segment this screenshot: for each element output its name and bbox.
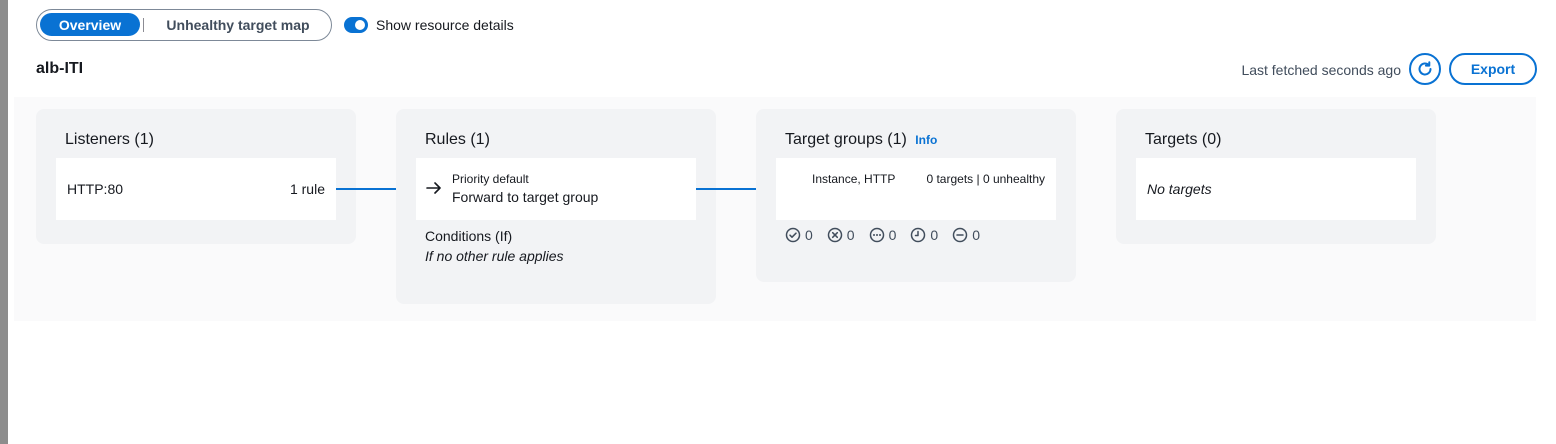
check-circle-icon (785, 227, 801, 243)
last-fetched-text: Last fetched seconds ago (1241, 62, 1401, 78)
ellipsis-circle-icon (869, 227, 884, 243)
rule-priority: Priority default (452, 172, 529, 186)
toggle-knob (355, 20, 365, 30)
initial-status: 0 (910, 227, 938, 243)
target-groups-card: Target groups (1) Info Instance, HTTP 0 … (756, 109, 1076, 282)
initial-count: 0 (930, 227, 939, 243)
refresh-icon (1418, 61, 1432, 76)
rule-action: Forward to target group (452, 189, 599, 205)
toggle-label: Show resource details (376, 17, 514, 33)
clock-icon (911, 227, 926, 243)
listener-protocol-port: HTTP:80 (67, 181, 124, 197)
window-edge (0, 0, 8, 444)
unhealthy-target-map-segment[interactable]: Unhealthy target map (148, 13, 328, 36)
unhealthy-count: 0 (846, 227, 855, 243)
targets-empty-panel: No targets (1136, 158, 1416, 220)
segment-divider (143, 18, 144, 32)
target-group-item[interactable]: Instance, HTTP 0 targets | 0 unhealthy (776, 158, 1056, 220)
target-groups-title: Target groups (1) (785, 131, 907, 148)
listeners-card: Listeners (1) HTTP:80 1 rule (36, 109, 356, 244)
unhealthy-status: 0 (827, 227, 855, 243)
rule-item[interactable]: Priority default Forward to target group (416, 158, 696, 220)
page-title: alb-ITI (36, 60, 84, 77)
target-status-counts: 0 0 0 0 0 (785, 227, 994, 243)
rules-title: Rules (1) (425, 131, 490, 148)
target-group-type: Instance, HTTP (812, 172, 896, 186)
listener-rule-count: 1 rule (289, 181, 325, 197)
conditions-value: If no other rule applies (425, 248, 564, 264)
listener-item[interactable]: HTTP:80 1 rule (56, 158, 336, 220)
draining-status: 0 (952, 227, 980, 243)
x-circle-icon (827, 227, 843, 243)
info-link[interactable]: Info (915, 133, 937, 147)
overview-segment[interactable]: Overview (40, 13, 140, 36)
export-button[interactable]: Export (1449, 53, 1537, 85)
unused-count: 0 (888, 227, 897, 243)
show-resource-details-toggle[interactable] (344, 17, 368, 33)
unused-status: 0 (869, 227, 897, 243)
targets-title: Targets (0) (1145, 131, 1222, 148)
targets-card: Targets (0) No targets (1116, 109, 1436, 244)
refresh-button[interactable] (1409, 53, 1441, 85)
rules-card: Rules (1) Priority default Forward to ta… (396, 109, 716, 304)
no-targets-text: No targets (1147, 181, 1212, 197)
conditions-label: Conditions (If) (425, 228, 513, 244)
draining-count: 0 (972, 227, 980, 243)
arrow-right-icon (426, 182, 441, 194)
view-segmented-control: Overview Unhealthy target map (36, 9, 332, 41)
target-groups-title-wrap: Target groups (1) Info (785, 131, 937, 149)
healthy-status: 0 (785, 227, 813, 243)
healthy-count: 0 (805, 227, 813, 243)
listeners-title: Listeners (1) (65, 131, 154, 148)
target-group-summary: 0 targets | 0 unhealthy (926, 172, 1045, 186)
minus-circle-icon (952, 227, 968, 243)
